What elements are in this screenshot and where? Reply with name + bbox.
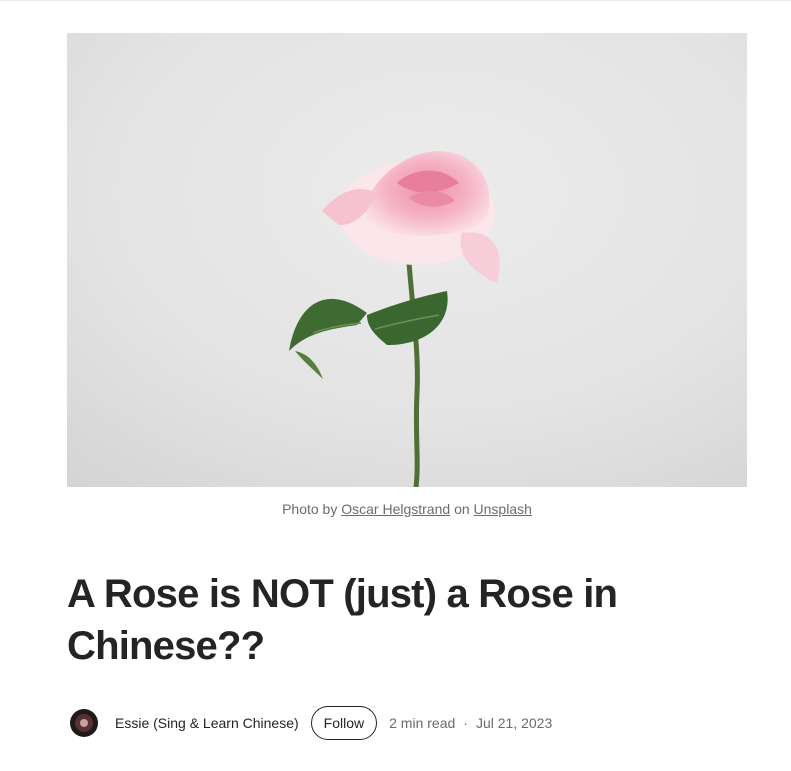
caption-middle: on <box>454 501 470 517</box>
avatar-center <box>80 719 88 727</box>
author-avatar[interactable] <box>70 709 98 737</box>
author-name[interactable]: Essie (Sing & Learn Chinese) <box>115 715 299 731</box>
caption-prefix: Photo by <box>282 501 338 517</box>
publish-date: Jul 21, 2023 <box>475 715 553 731</box>
byline: Essie (Sing & Learn Chinese) Follow 2 mi… <box>70 705 552 741</box>
unsplash-link[interactable]: Unsplash <box>474 501 532 517</box>
article-title: A Rose is NOT (just) a Rose in Chinese?? <box>67 572 618 668</box>
hero-image <box>67 33 747 487</box>
top-divider <box>0 0 791 1</box>
image-caption: Photo by Oscar Helgstrand on Unsplash <box>67 499 747 519</box>
rose-photo <box>67 33 747 487</box>
meta-separator: · <box>463 715 468 731</box>
read-time: 2 min read <box>389 715 456 731</box>
photographer-link[interactable]: Oscar Helgstrand <box>341 501 450 517</box>
follow-button[interactable]: Follow <box>310 706 378 740</box>
